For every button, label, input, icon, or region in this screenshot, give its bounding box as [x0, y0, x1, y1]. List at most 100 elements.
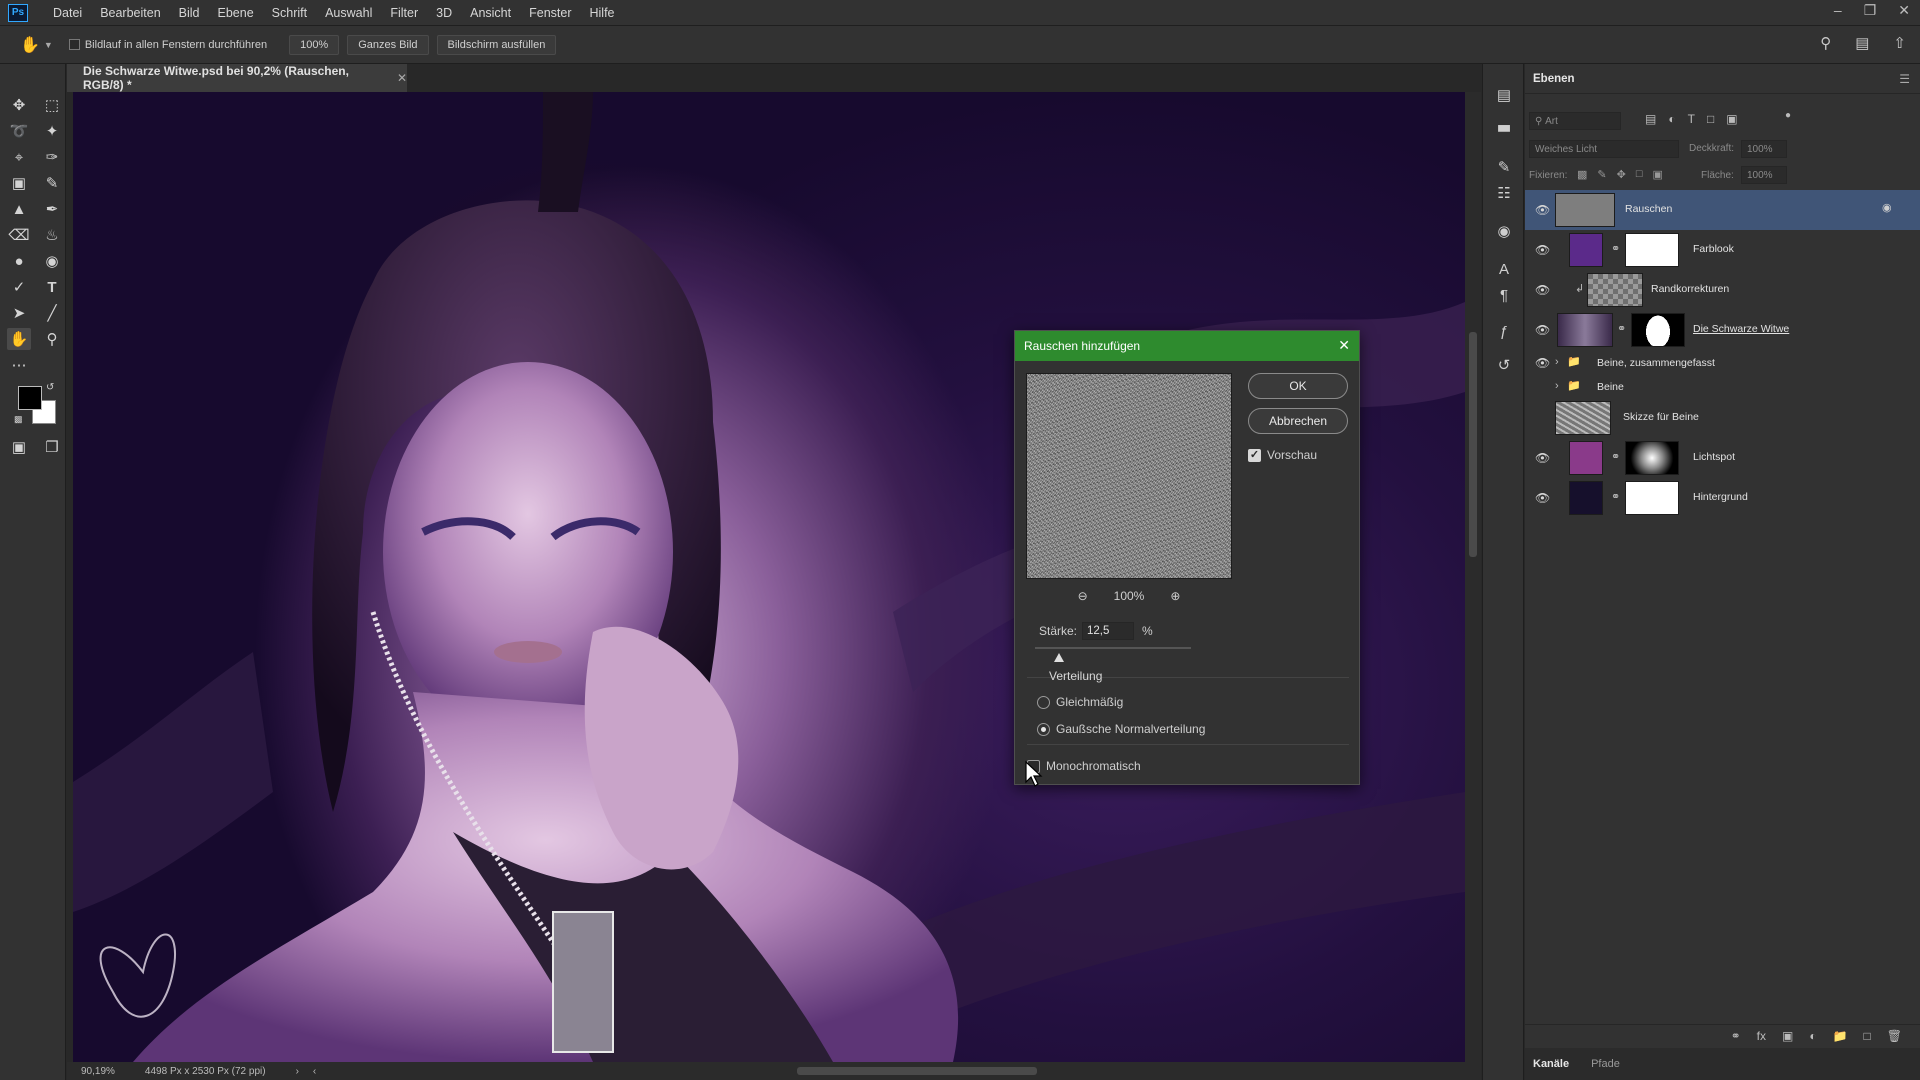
line-tool-icon[interactable]: ╱	[40, 302, 64, 324]
blur-tool-icon[interactable]: ●	[7, 250, 31, 272]
brush-settings-icon[interactable]: ✎	[1493, 156, 1515, 178]
lock-all-icon[interactable]: ▣	[1653, 168, 1663, 181]
menu-hilfe[interactable]: Hilfe	[581, 6, 624, 20]
amount-slider[interactable]	[1035, 647, 1191, 649]
uniform-radio[interactable]	[1037, 695, 1050, 709]
preview-option[interactable]: ✓ Vorschau	[1248, 448, 1317, 462]
eye-icon[interactable]: 👁	[1535, 356, 1550, 370]
tab-kanaele[interactable]: Kanäle	[1533, 1058, 1569, 1070]
scroll-all-checkbox[interactable]	[68, 39, 80, 50]
ok-button[interactable]: OK	[1248, 373, 1348, 399]
layer-row-lichtspot[interactable]: 👁 ⚭ Lichtspot	[1525, 438, 1920, 478]
fill-screen-button[interactable]: Bildschirm ausfüllen	[436, 34, 557, 55]
menu-ansicht[interactable]: Ansicht	[461, 6, 520, 20]
delete-layer-icon[interactable]: 🗑	[1887, 1029, 1902, 1043]
magic-wand-icon[interactable]: ✦	[40, 120, 64, 142]
glyphs-icon[interactable]: ƒ	[1493, 320, 1515, 342]
link-icon[interactable]: ⚭	[1611, 450, 1620, 463]
brush-tool-icon[interactable]: ✎	[40, 172, 64, 194]
frame-tool-icon[interactable]: ▣	[7, 172, 31, 194]
layer-name[interactable]: Beine	[1597, 381, 1624, 393]
menu-filter[interactable]: Filter	[381, 6, 427, 20]
uniform-option[interactable]: Gleichmäßig	[1037, 695, 1123, 709]
filter-shape-icon[interactable]: □	[1707, 112, 1714, 126]
libraries-icon[interactable]: ◉	[1493, 220, 1515, 242]
character-icon[interactable]: A	[1493, 258, 1515, 280]
document-tab[interactable]: Die Schwarze Witwe.psd bei 90,2% (Rausch…	[67, 64, 407, 92]
blend-mode-select[interactable]: Weiches Licht	[1529, 140, 1679, 158]
link-icon[interactable]: ⚭	[1611, 490, 1620, 503]
fill-input[interactable]: 100%	[1741, 166, 1787, 184]
adjustment-layer-icon[interactable]: ◐	[1809, 1029, 1816, 1043]
eye-icon[interactable]: 👁	[1535, 243, 1550, 257]
stamp-tool-icon[interactable]: ▲	[7, 198, 31, 220]
eye-icon[interactable]: 👁	[1535, 491, 1550, 505]
scroll-left-icon[interactable]: ‹	[313, 1066, 316, 1077]
chevron-right-icon[interactable]: ›	[296, 1066, 299, 1077]
close-tab-icon[interactable]: ✕	[397, 71, 407, 85]
properties-icon[interactable]: ▤	[1493, 84, 1515, 106]
chevron-right-icon[interactable]: ›	[1555, 380, 1559, 392]
layer-name[interactable]: Hintergrund	[1693, 491, 1748, 503]
zoom-100-button[interactable]: 100%	[289, 34, 340, 55]
new-layer-icon[interactable]: □	[1864, 1029, 1871, 1043]
link-icon[interactable]: ⚭	[1617, 322, 1626, 335]
layer-group-beine[interactable]: › 📁 Beine	[1525, 374, 1920, 398]
eraser-tool-icon[interactable]: ⌫	[7, 224, 31, 246]
menu-datei[interactable]: Datei	[44, 6, 91, 20]
lock-pixels-icon[interactable]: ✎	[1597, 168, 1606, 181]
panel-menu-icon[interactable]: ☰	[1899, 72, 1910, 86]
new-group-icon[interactable]: 📁	[1833, 1029, 1848, 1043]
restore-icon[interactable]: ❐	[1864, 2, 1877, 19]
zoom-level[interactable]: 90,19%	[81, 1066, 115, 1077]
menu-fenster[interactable]: Fenster	[520, 6, 580, 20]
layer-name[interactable]: Skizze für Beine	[1623, 411, 1699, 423]
menu-schrift[interactable]: Schrift	[263, 6, 316, 20]
move-tool-icon[interactable]: ✥	[7, 94, 31, 116]
adjustments-icon[interactable]: ☷	[1493, 182, 1515, 204]
layer-row-randkorrekturen[interactable]: 👁 ↲ Randkorrekturen	[1525, 270, 1920, 310]
default-colors-icon[interactable]: ▩	[14, 414, 23, 425]
eye-icon[interactable]: 👁	[1535, 203, 1550, 217]
filter-toggle-icon[interactable]: ●	[1785, 110, 1791, 121]
link-icon[interactable]: ⚭	[1611, 242, 1620, 255]
layer-name[interactable]: Lichtspot	[1693, 451, 1735, 463]
link-layers-icon[interactable]: ⚭	[1731, 1029, 1741, 1043]
menu-bild[interactable]: Bild	[170, 6, 209, 20]
tab-pfade[interactable]: Pfade	[1591, 1058, 1620, 1070]
layer-row-rauschen[interactable]: 👁 Rauschen ◉	[1525, 190, 1920, 230]
gaussian-radio[interactable]	[1037, 722, 1050, 736]
monochrome-option[interactable]: Monochromatisch	[1027, 759, 1141, 773]
amount-slider-thumb[interactable]	[1054, 653, 1064, 662]
lock-transparency-icon[interactable]: ▩	[1577, 168, 1587, 181]
lock-artboard-icon[interactable]: □	[1636, 168, 1643, 181]
lock-position-icon[interactable]: ✥	[1617, 168, 1626, 181]
swap-colors-icon[interactable]: ↺	[46, 382, 54, 393]
smart-filter-icon[interactable]: ◉	[1882, 201, 1892, 214]
fit-screen-button[interactable]: Ganzes Bild	[347, 34, 429, 55]
pen-tool-icon[interactable]: ✓	[7, 276, 31, 298]
tab-ebenen[interactable]: Ebenen	[1533, 73, 1575, 85]
hand-tool-icon[interactable]: ✋	[20, 35, 40, 55]
hand-tool-icon[interactable]: ✋	[7, 328, 31, 350]
vertical-scroll-thumb[interactable]	[1469, 332, 1477, 557]
search-icon[interactable]: ⚲	[1820, 34, 1831, 52]
filter-pixel-icon[interactable]: ▤	[1645, 112, 1656, 126]
close-icon[interactable]: ✕	[1898, 2, 1910, 19]
eye-icon[interactable]: 👁	[1535, 283, 1550, 297]
chevron-down-icon[interactable]: ▼	[44, 40, 53, 50]
menu-bearbeiten[interactable]: Bearbeiten	[91, 6, 169, 20]
fx-icon[interactable]: fx	[1757, 1029, 1766, 1043]
layer-row-die-schwarze-witwe[interactable]: 👁 ⚭ Die Schwarze Witwe	[1525, 310, 1920, 350]
layer-group-beine-zusammengefasst[interactable]: 👁 › 📁 Beine, zusammengefasst	[1525, 350, 1920, 374]
histogram-icon[interactable]: ▃	[1493, 112, 1515, 134]
history-brush-icon[interactable]: ✒	[40, 198, 64, 220]
opacity-input[interactable]: 100%	[1741, 140, 1787, 158]
layer-name[interactable]: Beine, zusammengefasst	[1597, 357, 1715, 369]
lasso-tool-icon[interactable]: ➰	[7, 120, 31, 142]
amount-input[interactable]	[1082, 622, 1135, 640]
filter-smart-icon[interactable]: ▣	[1726, 112, 1737, 126]
filter-adjustment-icon[interactable]: ◐	[1668, 112, 1675, 126]
zoom-tool-icon[interactable]: ⚲	[40, 328, 64, 350]
layer-filter-kind[interactable]: ⚲ Art	[1529, 112, 1621, 130]
